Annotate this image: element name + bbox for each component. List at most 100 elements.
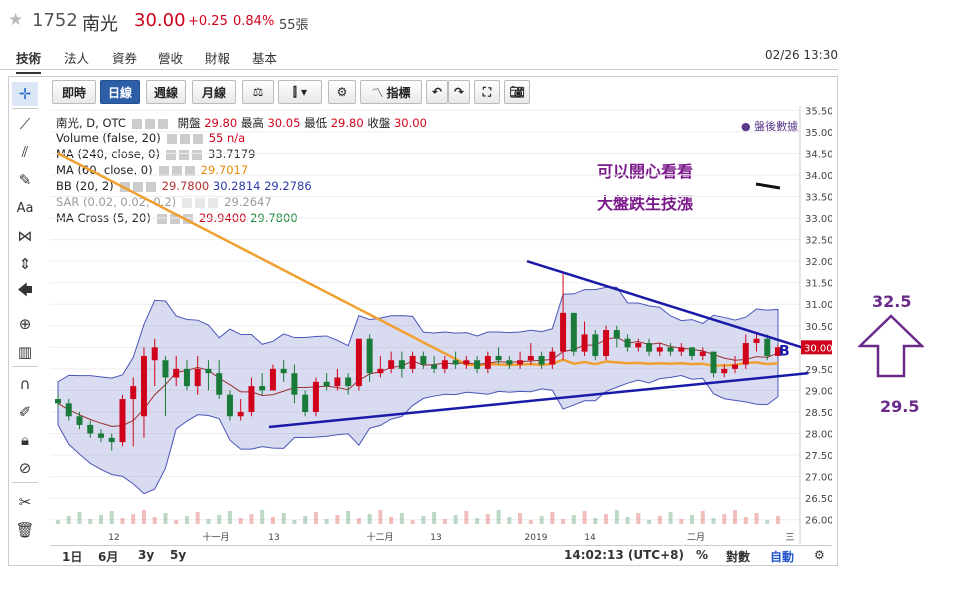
candle-body [420, 355, 427, 365]
candle-body [76, 416, 83, 425]
volume-bar [647, 520, 652, 524]
crosshair-icon[interactable]: ✛ [12, 82, 38, 106]
fullscreen-icon[interactable]: ⛶ [474, 80, 500, 104]
quote-datetime: 02/26 13:30 [765, 48, 838, 62]
indicators-icon: 〽 [371, 85, 384, 100]
candle-body [97, 433, 104, 438]
stock-header: ★ 1752 南光 30.00 +0.25 0.84% 55張 [0, 0, 964, 40]
volume-bar [238, 518, 243, 524]
price-chart[interactable]: 35.50 35.00 34.50 34.00 33.50 33.00 32.50 32.00… [50, 106, 832, 544]
volume-bar [528, 520, 533, 524]
interval-monthly-button[interactable]: 月線 [192, 80, 236, 104]
pencil-lock-icon[interactable]: ✐ [12, 400, 38, 424]
candle-body [656, 347, 663, 352]
lock-icon[interactable]: 🔒︎ [12, 428, 38, 452]
arrow-left-icon[interactable]: 🡄 [12, 280, 38, 304]
volume-bar [410, 520, 415, 524]
current-price-label: 30.00 [804, 343, 832, 354]
undo-icon[interactable]: ↶ [426, 80, 448, 104]
volume-bar [743, 517, 748, 524]
volume-bar [399, 513, 404, 524]
volume-bar [614, 510, 619, 524]
pattern-icon[interactable]: ⋈ [12, 224, 38, 248]
range-1d-button[interactable]: 1日 [62, 548, 82, 565]
hide-icon[interactable]: ⊘ [12, 456, 38, 480]
tab-institutional[interactable]: 法人 [64, 48, 89, 67]
candle-body [345, 377, 352, 387]
candle-body [710, 351, 717, 374]
interval-daily-button[interactable]: 日線 [100, 80, 140, 104]
favorite-star-icon[interactable]: ★ [8, 10, 23, 30]
volume-bar [700, 511, 705, 524]
tools-icon[interactable]: ✂ [12, 490, 38, 514]
candle-body [732, 364, 739, 369]
percent-scale-toggle[interactable]: % [696, 548, 708, 562]
indicators-button[interactable]: 〽指標 [360, 80, 422, 104]
interval-weekly-button[interactable]: 週線 [146, 80, 186, 104]
compare-icon[interactable]: ⚖ [242, 80, 274, 104]
volume-bar [313, 512, 318, 524]
zoom-icon[interactable]: ⊕ [12, 312, 38, 336]
brush-icon[interactable]: ✎ [12, 168, 38, 192]
candle-body [506, 360, 513, 365]
text-icon[interactable]: Aa [12, 196, 38, 220]
candle-body [130, 386, 137, 400]
volume-bar [507, 517, 512, 524]
candle-body [538, 355, 545, 365]
y-tick-label: 32.00 [805, 257, 832, 268]
trend-line-icon[interactable]: ⟋ [12, 112, 38, 136]
candle-body [646, 343, 653, 352]
redo-icon[interactable]: ↷ [448, 80, 470, 104]
toolbar-divider [12, 108, 38, 109]
range-5y-button[interactable]: 5y [170, 548, 186, 562]
volume-bar [625, 517, 630, 524]
magnet-icon[interactable]: ∩ [12, 372, 38, 396]
candle-body [87, 424, 94, 434]
y-tick-label: 35.00 [805, 128, 832, 139]
candle-body [248, 386, 255, 412]
candle-body [742, 343, 749, 365]
bars-icon[interactable]: ▥ [12, 340, 38, 364]
measure-icon[interactable]: ⇕ [12, 252, 38, 276]
section-tabs: 技術 法人 資券 營收 財報 基本 02/26 13:30 [0, 44, 838, 74]
stock-name: 南光 [82, 14, 118, 35]
trash-icon[interactable]: 🗑︎ [12, 518, 38, 542]
interval-realtime-button[interactable]: 即時 [52, 80, 96, 104]
log-scale-toggle[interactable]: 對數 [726, 548, 750, 565]
tab-basic[interactable]: 基本 [252, 48, 277, 67]
settings-gear-icon[interactable]: ⚙ [814, 548, 825, 562]
settings-gear-icon[interactable]: ⚙ [328, 80, 356, 104]
candle-body [560, 312, 567, 352]
candle-body [302, 394, 309, 412]
volume-bar [120, 518, 125, 524]
volume-bar [432, 512, 437, 524]
range-6m-button[interactable]: 6月 [98, 548, 118, 565]
volume-bar [518, 513, 523, 524]
chart-time: 14:02:13 (UTC+8) [564, 548, 684, 562]
candle-body [334, 377, 341, 387]
auto-scale-toggle[interactable]: 自動 [770, 548, 794, 565]
chart-type-icon[interactable]: ⫿ ▾ [278, 80, 322, 104]
candle-body [667, 347, 674, 352]
range-3y-button[interactable]: 3y [138, 548, 154, 562]
candle-body [398, 360, 405, 369]
y-tick-label: 26.50 [805, 494, 832, 505]
fib-icon[interactable]: ⫽ [12, 140, 38, 164]
candle-body [549, 351, 556, 365]
camera-icon[interactable]: 📷︎ [504, 80, 530, 104]
tab-technical[interactable]: 技術 [16, 48, 42, 74]
volume-bar [195, 512, 200, 524]
toolbar-divider [12, 482, 38, 483]
candle-body [323, 381, 330, 387]
y-tick-label: 31.50 [805, 279, 832, 290]
volume-bar [88, 519, 93, 524]
tab-margin[interactable]: 資券 [112, 48, 137, 67]
tab-financials[interactable]: 財報 [205, 48, 230, 67]
volume-bar [206, 519, 211, 524]
volume-bar [550, 512, 555, 524]
volume-bar [356, 518, 361, 524]
tab-revenue[interactable]: 營收 [158, 48, 183, 67]
x-tick-label: 13 [430, 533, 441, 543]
volume-bar [174, 520, 179, 524]
volume-bar [260, 510, 265, 524]
